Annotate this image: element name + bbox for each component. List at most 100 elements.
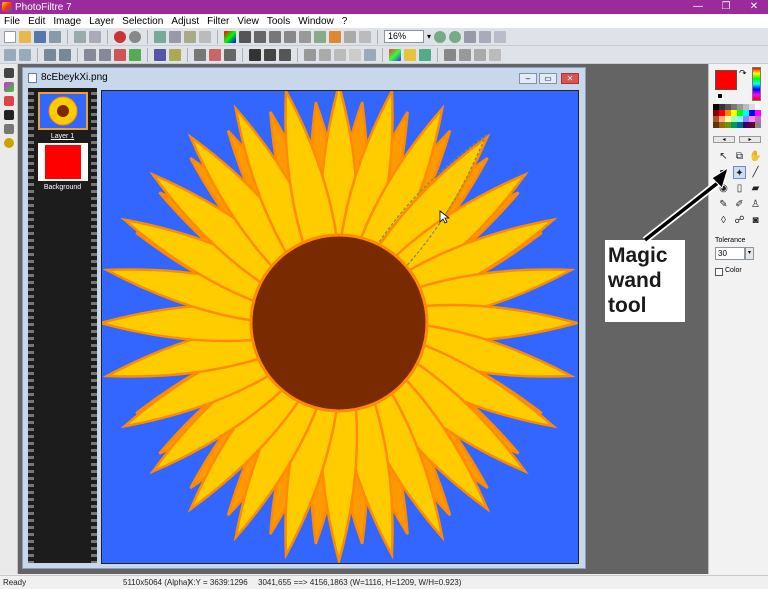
text-icon[interactable] (314, 30, 326, 43)
paste-icon[interactable] (184, 30, 196, 43)
sepia-icon[interactable] (264, 48, 276, 61)
document-close-button[interactable]: ✕ (561, 73, 579, 84)
layer-label[interactable]: Layer 1 (28, 133, 97, 140)
color-adjust-icon[interactable] (224, 30, 236, 43)
actual-size-icon[interactable] (464, 30, 477, 43)
zoom-dropdown-icon[interactable]: ▾ (427, 32, 431, 41)
gamma-icon[interactable] (129, 48, 141, 61)
crop-icon[interactable] (299, 30, 311, 43)
zoom-minus-icon[interactable] (19, 48, 31, 61)
texture-icon[interactable] (419, 48, 431, 61)
auto-contrast-icon[interactable] (169, 48, 181, 61)
menu-image[interactable]: Image (49, 16, 85, 27)
hand-tool-icon[interactable]: ✋ (749, 150, 762, 163)
transparency-icon[interactable] (359, 30, 371, 43)
undo-icon[interactable] (114, 30, 126, 43)
grayscale-icon[interactable] (249, 48, 261, 61)
explorer-icon[interactable] (474, 48, 486, 61)
fill-bucket-tool-icon[interactable]: ◉ (717, 182, 730, 195)
document-minimize-button[interactable]: – (519, 73, 537, 84)
advanced-brush-tool-icon[interactable]: ✐ (733, 198, 746, 211)
module-icon[interactable] (444, 48, 456, 61)
image-canvas[interactable] (101, 90, 579, 564)
image-size-icon[interactable] (239, 30, 251, 43)
document-restore-button[interactable]: ▭ (539, 73, 557, 84)
blur-icon[interactable] (304, 48, 316, 61)
foreground-color-swatch[interactable] (715, 70, 737, 90)
layer-label[interactable]: Background (28, 184, 97, 191)
history-panel-icon[interactable] (3, 96, 14, 106)
palette-swatch[interactable] (755, 122, 761, 128)
layer-thumbnail-background[interactable] (38, 143, 88, 181)
palette-prev-button[interactable]: ◂ (713, 136, 735, 143)
pointer-tool-icon[interactable]: ↖ (717, 150, 730, 163)
menu-layer[interactable]: Layer (85, 16, 118, 27)
layer-thumbnail-layer-1[interactable] (38, 92, 88, 130)
menu-selection[interactable]: Selection (118, 16, 167, 27)
menu-file[interactable]: File (0, 16, 24, 27)
maximize-button[interactable]: ❐ (712, 0, 740, 14)
scan-icon[interactable] (89, 30, 101, 43)
negative-icon[interactable] (279, 48, 291, 61)
magic-wand-tool-icon[interactable]: ✦ (733, 166, 746, 179)
swap-colors-icon[interactable]: ↷ (739, 68, 747, 79)
brightness-up-icon[interactable] (59, 48, 71, 61)
fill-icon[interactable] (344, 30, 356, 43)
copy-icon[interactable] (169, 30, 181, 43)
zoom-tool-icon[interactable] (4, 48, 16, 61)
eyedropper-tool-icon[interactable]: ✒ (717, 166, 730, 179)
brush-tool-icon[interactable]: ✎ (717, 198, 730, 211)
zoom-in-icon[interactable] (434, 30, 447, 43)
menu-filter[interactable]: Filter (203, 16, 233, 27)
menu-window[interactable]: Window (294, 16, 338, 27)
color-spectrum[interactable] (752, 67, 761, 101)
stamp-tool-icon[interactable]: ♙ (749, 198, 762, 211)
properties-panel-icon[interactable] (3, 124, 14, 134)
save-as-icon[interactable] (49, 30, 61, 43)
auto-levels-icon[interactable] (154, 48, 166, 61)
contrast-up-icon[interactable] (99, 48, 111, 61)
zoom-out-icon[interactable] (449, 30, 462, 43)
color-palette-icon[interactable] (389, 48, 401, 61)
capture-icon[interactable] (489, 48, 501, 61)
smudge-tool-icon[interactable]: ☍ (733, 214, 746, 227)
cut-icon[interactable] (154, 30, 166, 43)
soften-icon[interactable] (334, 48, 346, 61)
fit-window-icon[interactable] (479, 30, 492, 43)
plugins-panel-icon[interactable] (3, 138, 14, 148)
canvas-size-icon[interactable] (254, 30, 266, 43)
macro-panel-icon[interactable] (3, 110, 14, 120)
new-file-icon[interactable] (4, 30, 16, 43)
explorer-panel-icon[interactable] (3, 68, 14, 78)
menu-adjust[interactable]: Adjust (167, 16, 203, 27)
brightness-down-icon[interactable] (44, 48, 56, 61)
sharpen-icon[interactable] (319, 48, 331, 61)
color-checkbox[interactable] (715, 268, 723, 276)
rotate-left-icon[interactable] (224, 48, 236, 61)
batch-icon[interactable] (459, 48, 471, 61)
color-palette[interactable] (713, 104, 761, 134)
open-file-icon[interactable] (19, 30, 31, 43)
close-button[interactable]: ✕ (740, 0, 768, 14)
tolerance-dropdown-icon[interactable]: ▾ (745, 247, 754, 260)
layers-panel-icon[interactable] (3, 82, 14, 92)
contrast-down-icon[interactable] (84, 48, 96, 61)
layer-move-tool-icon[interactable]: ⧉ (733, 150, 746, 163)
saturation-icon[interactable] (114, 48, 126, 61)
emboss-icon[interactable] (364, 48, 376, 61)
menu-help[interactable]: ? (338, 16, 352, 27)
clone-tool-icon[interactable]: ◙ (749, 214, 762, 227)
flip-vertical-icon[interactable] (209, 48, 221, 61)
print-icon[interactable] (74, 30, 86, 43)
mask-icon[interactable] (329, 30, 341, 43)
gradient-icon[interactable] (404, 48, 416, 61)
frame-icon[interactable] (284, 30, 296, 43)
noise-icon[interactable] (349, 48, 361, 61)
tolerance-input[interactable]: 30 (715, 247, 745, 260)
fullscreen-icon[interactable] (494, 30, 507, 43)
line-tool-icon[interactable]: ╱ (749, 166, 762, 179)
spray-tool-icon[interactable]: ▯ (733, 182, 746, 195)
save-icon[interactable] (34, 30, 46, 43)
menu-view[interactable]: View (233, 16, 263, 27)
blur-tool-icon[interactable]: ◊ (717, 214, 730, 227)
